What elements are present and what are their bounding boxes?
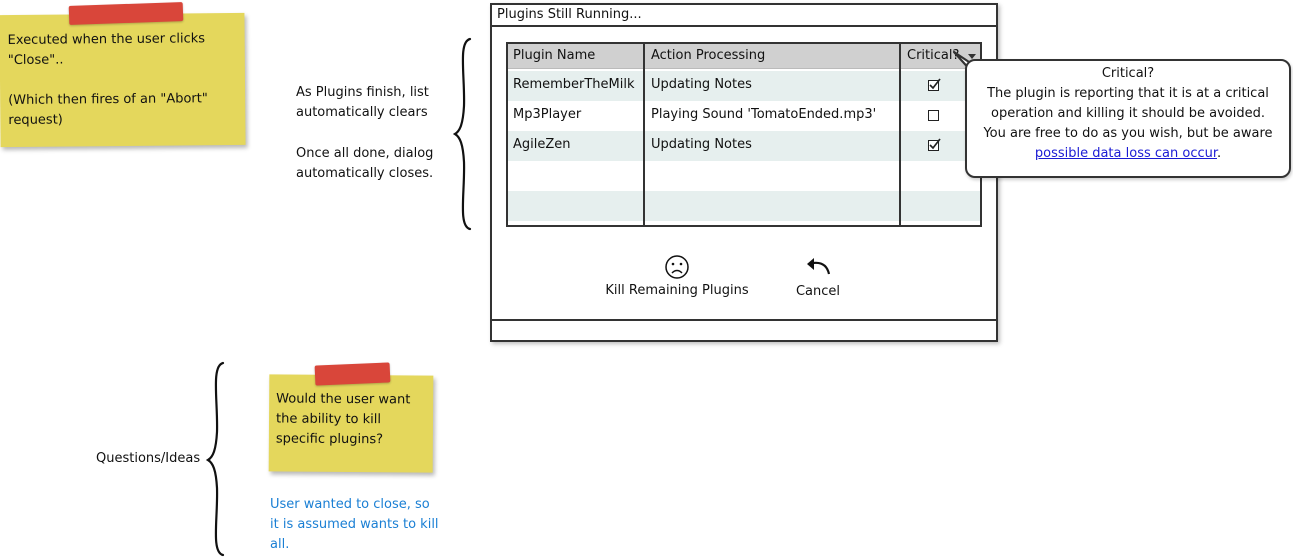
table-header: Plugin Name Action Processing Critical? — [508, 44, 980, 69]
close-note-line2: "Close".. — [7, 52, 64, 68]
plugins-table: Plugin Name Action Processing Critical? … — [506, 42, 982, 227]
mockup-canvas: Executed when the user clicks "Close".. … — [0, 0, 1293, 558]
callout-title: Critical? — [1101, 66, 1155, 81]
table-row-empty — [508, 191, 980, 221]
kill-plugins-label: Kill Remaining Plugins — [605, 283, 749, 298]
sticky-note-close: Executed when the user clicks "Close".. … — [0, 12, 246, 148]
cell-plugin-name: AgileZen — [513, 137, 571, 152]
annotation-line: Once all done, dialog — [296, 146, 434, 161]
question-note-line2: the ability to kill — [275, 411, 382, 428]
critical-checkbox[interactable] — [928, 110, 939, 121]
callout-line2: operation and killing it should be avoid… — [990, 106, 1266, 121]
table-row-empty — [508, 161, 980, 191]
cell-action: Updating Notes — [651, 77, 752, 92]
question-note-line3: specific plugins? — [275, 431, 384, 448]
column-divider — [643, 44, 645, 225]
dialog-title: Plugins Still Running... — [492, 5, 996, 27]
cancel-label: Cancel — [795, 284, 841, 299]
callout-line3: You are free to do as you wish, but be a… — [983, 126, 1273, 141]
undo-arrow-icon — [807, 258, 831, 275]
column-header-plugin-name[interactable]: Plugin Name — [508, 44, 644, 68]
questions-label: Questions/Ideas — [96, 451, 201, 466]
sad-face-icon — [665, 255, 689, 279]
table-row[interactable]: Mp3Player Playing Sound 'TomatoEnded.mp3… — [508, 101, 980, 131]
tape-strip — [68, 2, 184, 25]
callout-link-suffix: . — [1217, 146, 1222, 161]
curly-brace — [205, 361, 225, 557]
column-divider — [899, 44, 901, 225]
answer-line: User wanted to close, so — [270, 497, 430, 512]
answer-line: all. — [270, 537, 290, 552]
column-header-action[interactable]: Action Processing — [646, 44, 900, 68]
annotation-dialog-closes: Once all done, dialog automatically clos… — [296, 144, 433, 184]
close-note-line3: (Which then fires of an "Abort" — [8, 91, 208, 108]
dialog-statusbar — [492, 319, 996, 340]
kill-plugins-button[interactable]: Kill Remaining Plugins — [602, 254, 752, 300]
cell-plugin-name: RememberTheMilk — [513, 77, 635, 92]
cell-action: Playing Sound 'TomatoEnded.mp3' — [651, 107, 877, 122]
data-loss-link[interactable]: possible data loss can occur — [1035, 146, 1217, 161]
table-row[interactable]: AgileZen Updating Notes — [508, 131, 980, 161]
cancel-button[interactable]: Cancel — [782, 257, 854, 301]
callout-link-line: possible data loss can occur. — [967, 144, 1289, 164]
close-note-line1: Executed when the user clicks — [7, 31, 206, 49]
critical-checkbox[interactable] — [928, 138, 941, 151]
annotation-line: automatically closes. — [296, 166, 434, 181]
annotation-line: As Plugins finish, list — [296, 85, 429, 100]
table-row[interactable]: RememberTheMilk Updating Notes — [508, 71, 980, 101]
curly-brace — [452, 37, 472, 231]
sticky-note-question: Would the user want the ability to kill … — [268, 374, 434, 473]
checkmark-icon — [929, 78, 941, 90]
answer-line: it is assumed wants to kill — [270, 517, 439, 532]
question-note-line1: Would the user want — [276, 391, 411, 408]
answer-text: User wanted to close, so it is assumed w… — [270, 495, 439, 555]
annotation-line: automatically clears — [296, 105, 428, 120]
cell-action: Updating Notes — [651, 137, 752, 152]
tape-strip — [314, 362, 391, 386]
cell-plugin-name: Mp3Player — [513, 107, 582, 122]
critical-callout: Critical? The plugin is reporting that i… — [965, 59, 1291, 178]
checkmark-icon — [929, 138, 941, 150]
critical-checkbox[interactable] — [928, 78, 941, 91]
annotation-list-clears: As Plugins finish, list automatically cl… — [296, 83, 429, 123]
plugins-dialog: Plugins Still Running... Plugin Name Act… — [490, 3, 998, 342]
callout-line1: The plugin is reporting that it is at a … — [987, 86, 1269, 101]
close-note-line4: request) — [8, 112, 63, 128]
